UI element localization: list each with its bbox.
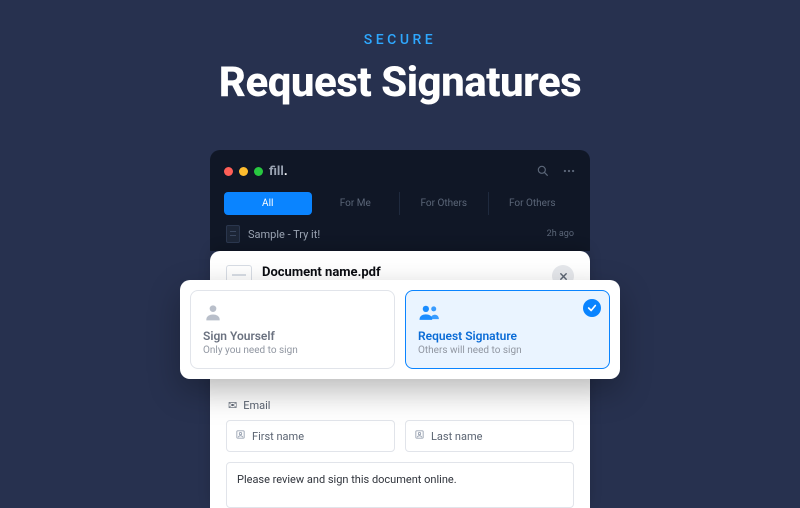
document-list-row[interactable]: Sample - Try it! 2h ago [224, 215, 576, 251]
app-window: fill. All For Me For Others For Others S… [210, 150, 590, 251]
person-icon [235, 429, 246, 443]
first-name-placeholder: First name [252, 430, 304, 443]
document-icon [226, 225, 240, 243]
app-stage: fill. All For Me For Others For Others S… [210, 150, 590, 508]
sign-yourself-sub: Only you need to sign [203, 345, 382, 356]
person-icon [414, 429, 425, 443]
message-text: Please review and sign this document onl… [237, 473, 457, 486]
more-icon[interactable] [562, 164, 576, 178]
app-brand: fill. [269, 164, 288, 179]
single-user-icon [203, 301, 382, 323]
sign-yourself-title: Sign Yourself [203, 329, 382, 343]
filter-tabs: All For Me For Others For Others [224, 192, 576, 215]
selected-check-icon [583, 299, 601, 317]
document-row-time: 2h ago [547, 229, 574, 239]
hero-headline: Request Signatures [0, 58, 800, 107]
search-icon[interactable] [536, 164, 550, 178]
tab-for-others[interactable]: For Others [400, 192, 489, 215]
minimize-window-icon[interactable] [239, 167, 248, 176]
close-window-icon[interactable] [224, 167, 233, 176]
window-titlebar: fill. [224, 160, 576, 182]
hero-eyebrow: SECURE [0, 0, 800, 48]
last-name-placeholder: Last name [431, 430, 482, 443]
request-signature-sub: Others will need to sign [418, 345, 597, 356]
tab-all[interactable]: All [224, 192, 312, 215]
zoom-window-icon[interactable] [254, 167, 263, 176]
first-name-field[interactable]: First name [226, 420, 395, 452]
sign-yourself-card[interactable]: Sign Yourself Only you need to sign [190, 290, 395, 369]
document-row-title: Sample - Try it! [248, 228, 320, 241]
tab-for-others-2[interactable]: For Others [489, 192, 577, 215]
email-field[interactable]: ✉ Email [226, 393, 574, 420]
message-textarea[interactable]: Please review and sign this document onl… [226, 462, 574, 508]
request-signature-card[interactable]: Request Signature Others will need to si… [405, 290, 610, 369]
last-name-field[interactable]: Last name [405, 420, 574, 452]
multi-user-icon [418, 301, 597, 323]
request-signature-title: Request Signature [418, 329, 597, 343]
email-icon: ✉ [228, 399, 237, 412]
email-label: Email [243, 399, 270, 412]
sheet-filename: Document name.pdf [262, 265, 381, 280]
traffic-lights [224, 167, 263, 176]
signing-mode-cards: Sign Yourself Only you need to sign Requ… [180, 280, 620, 379]
tab-for-me[interactable]: For Me [312, 192, 401, 215]
